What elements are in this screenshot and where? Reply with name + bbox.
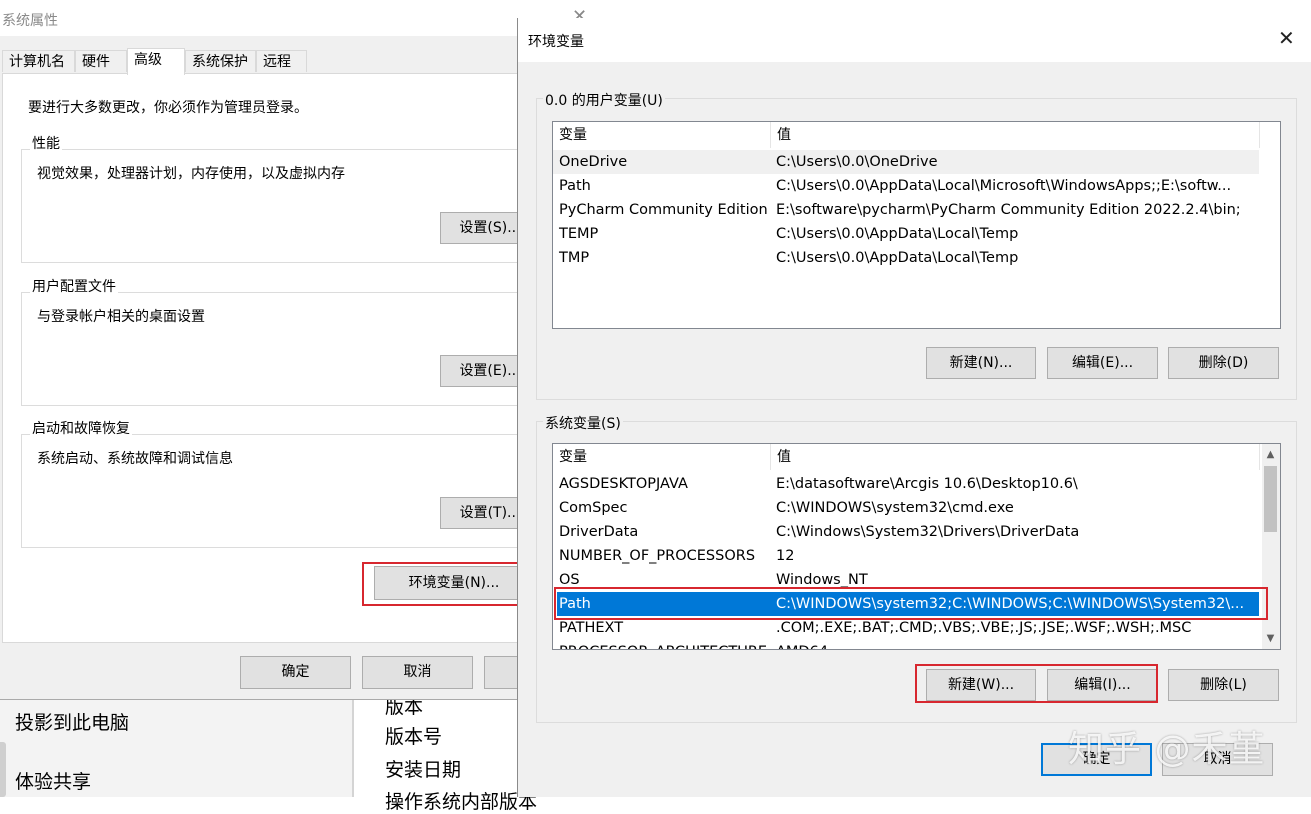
nav-item-project-to-pc[interactable]: 投影到此电脑 — [15, 708, 129, 735]
system-new-button[interactable]: 新建(W)... — [926, 669, 1036, 701]
system-edit-button[interactable]: 编辑(I)... — [1047, 669, 1158, 701]
tab-computer-name[interactable]: 计算机名 — [2, 50, 75, 72]
var-value: 12 — [776, 548, 795, 564]
environment-variables-button[interactable]: 环境变量(N)... — [374, 566, 534, 600]
list-item[interactable]: DriverData C:\Windows\System32\Drivers\Dr… — [553, 520, 1259, 544]
var-name: OneDrive — [559, 154, 628, 170]
nav-item-shared-experiences[interactable]: 体验共享 — [15, 767, 91, 794]
sysprop-title: 系统属性 — [2, 13, 58, 29]
nav-selection-indicator — [0, 742, 6, 797]
var-name: TMP — [559, 250, 590, 266]
user-edit-button[interactable]: 编辑(E)... — [1047, 347, 1158, 379]
user-col-variable[interactable]: 变量 — [553, 122, 770, 148]
sys-col-separator-end — [1259, 444, 1260, 470]
user-variables-list[interactable]: 变量 值 OneDrive C:\Users\0.0\OneDrive Path C… — [552, 121, 1281, 329]
var-name: TEMP — [559, 226, 599, 242]
tab-remote[interactable]: 远程 — [256, 50, 307, 72]
var-name: Path — [559, 596, 591, 612]
var-name: AGSDESKTOPJAVA — [559, 476, 688, 492]
var-value: C:\Users\0.0\AppData\Local\Temp — [776, 250, 1019, 266]
var-value: C:\Users\0.0\AppData\Local\Microsoft\Win… — [776, 178, 1232, 194]
var-value: AMD64 — [776, 640, 828, 649]
var-name: OS — [559, 572, 580, 588]
user-col-separator-end — [1259, 122, 1260, 148]
list-item[interactable]: TMP C:\Users\0.0\AppData\Local\Temp — [553, 246, 1259, 270]
var-value: C:\Users\0.0\AppData\Local\Temp — [776, 226, 1019, 242]
group-performance-label: 性能 — [30, 133, 62, 153]
var-value: C:\WINDOWS\system32\cmd.exe — [776, 500, 1014, 516]
var-name: PyCharm Community Edition — [559, 202, 768, 218]
list-item[interactable]: PATHEXT .COM;.EXE;.BAT;.CMD;.VBS;.VBE;.JS… — [553, 616, 1259, 640]
var-value: C:\Users\0.0\OneDrive — [776, 154, 938, 170]
var-value: E:\datasoftware\Arcgis 10.6\Desktop10.6\ — [776, 476, 1078, 492]
sysprop-cancel-button[interactable]: 取消 — [362, 656, 473, 689]
envdlg-title: 环境变量 — [528, 34, 584, 50]
group-user-profiles-desc: 与登录帐户相关的桌面设置 — [37, 309, 205, 325]
tab-hardware[interactable]: 硬件 — [75, 50, 127, 72]
list-item[interactable]: AGSDESKTOPJAVA E:\datasoftware\Arcgis 10.… — [553, 472, 1259, 496]
var-value: .COM;.EXE;.BAT;.CMD;.VBS;.VBE;.JS;.JSE;.… — [776, 620, 1192, 636]
list-item-selected[interactable]: Path C:\WINDOWS\system32;C:\WINDOWS;C:\WI… — [557, 592, 1259, 616]
spec-label-install-date: 安装日期 — [385, 759, 462, 781]
user-list-header: 变量 值 — [553, 122, 1280, 148]
var-name: DriverData — [559, 524, 639, 540]
var-value: C:\Windows\System32\Drivers\DriverData — [776, 524, 1080, 540]
scroll-thumb[interactable] — [1264, 466, 1277, 532]
tab-advanced[interactable]: 高级 — [127, 48, 185, 75]
var-value: C:\WINDOWS\system32;C:\WINDOWS;C:\WINDOW… — [776, 596, 1245, 612]
group-startup-recovery-desc: 系统启动、系统故障和调试信息 — [37, 451, 233, 467]
sysprop-titlebar[interactable]: 系统属性 ✕ — [0, 0, 603, 36]
system-properties-dialog: 系统属性 ✕ 计算机名 硬件 高级 系统保护 远程 要进行大多数更改，你必须作为… — [0, 0, 603, 700]
spec-label-os-build: 操作系统内部版本 — [385, 791, 538, 813]
list-item[interactable]: ComSpec C:\WINDOWS\system32\cmd.exe — [553, 496, 1259, 520]
list-item[interactable]: PROCESSOR_ARCHITECTURE AMD64 — [553, 640, 1259, 649]
list-item[interactable]: NUMBER_OF_PROCESSORS 12 — [553, 544, 1259, 568]
list-item[interactable]: OneDrive C:\Users\0.0\OneDrive — [553, 150, 1259, 174]
var-name: Path — [559, 178, 591, 194]
user-new-button[interactable]: 新建(N)... — [926, 347, 1036, 379]
system-delete-button[interactable]: 删除(L) — [1168, 669, 1279, 701]
settings-nav-panel: 投影到此电脑 体验共享 — [0, 700, 352, 797]
spec-label-version: 版本号 — [385, 726, 443, 748]
user-variables-label: 0.0 的用户变量(U) — [543, 90, 665, 110]
group-startup-recovery-label: 启动和故障恢复 — [30, 418, 132, 438]
user-col-value[interactable]: 值 — [771, 122, 1259, 148]
var-value: E:\software\pycharm\PyCharm Community Ed… — [776, 202, 1241, 218]
tab-system-protection[interactable]: 系统保护 — [185, 50, 256, 72]
list-item[interactable]: TEMP C:\Users\0.0\AppData\Local\Temp — [553, 222, 1259, 246]
var-name: PATHEXT — [559, 620, 624, 636]
admin-note: 要进行大多数更改，你必须作为管理员登录。 — [28, 100, 308, 116]
system-variables-list[interactable]: 变量 值 AGSDESKTOPJAVA E:\datasoftware\Arcgi… — [552, 443, 1281, 650]
var-value: Windows_NT — [776, 572, 868, 588]
user-delete-button[interactable]: 删除(D) — [1168, 347, 1279, 379]
settings-divider — [352, 700, 354, 797]
var-name: PROCESSOR_ARCHITECTURE — [559, 640, 767, 649]
var-name: NUMBER_OF_PROCESSORS — [559, 548, 756, 564]
envdlg-close-icon[interactable]: ✕ — [1278, 26, 1295, 50]
sys-col-value[interactable]: 值 — [771, 444, 1259, 470]
envdlg-titlebar[interactable]: 环境变量 ✕ — [518, 18, 1311, 62]
group-performance-desc: 视觉效果，处理器计划，内存使用，以及虚拟内存 — [37, 166, 345, 182]
scroll-down-icon[interactable]: ▼ — [1262, 630, 1279, 647]
group-user-profiles-label: 用户配置文件 — [30, 276, 118, 296]
sys-list-header: 变量 值 — [553, 444, 1280, 470]
list-item[interactable]: OS Windows_NT — [553, 568, 1259, 592]
environment-variables-dialog: 环境变量 ✕ 0.0 的用户变量(U) 变量 值 OneDrive C:\User… — [517, 18, 1311, 797]
sys-col-variable[interactable]: 变量 — [553, 444, 770, 470]
sysprop-ok-button[interactable]: 确定 — [240, 656, 351, 689]
list-item[interactable]: PyCharm Community Edition E:\software\pyc… — [553, 198, 1259, 222]
scroll-up-icon[interactable]: ▲ — [1262, 446, 1279, 463]
watermark-text: 知乎 @禾堇 — [1068, 729, 1266, 770]
var-name: ComSpec — [559, 500, 628, 516]
system-variables-label: 系统变量(S) — [543, 413, 623, 433]
system-list-scrollbar[interactable]: ▲ ▼ — [1262, 444, 1280, 649]
list-item[interactable]: Path C:\Users\0.0\AppData\Local\Microsoft… — [553, 174, 1259, 198]
